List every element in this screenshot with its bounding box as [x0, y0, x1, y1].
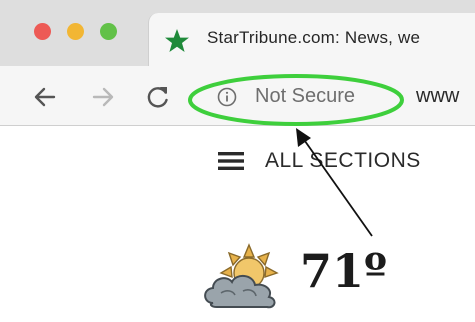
temperature-reading: 71º: [300, 244, 388, 298]
minimize-window-button[interactable]: [67, 23, 84, 40]
hamburger-menu-icon[interactable]: [218, 150, 244, 172]
browser-tab[interactable]: StarTribune.com: News, we: [148, 13, 475, 66]
url-text[interactable]: www: [416, 85, 459, 108]
forward-arrow-icon[interactable]: [90, 84, 116, 110]
browser-screenshot: StarTribune.com: News, we Not Secure www: [0, 0, 475, 322]
maximize-window-button[interactable]: [100, 23, 117, 40]
all-sections-link[interactable]: ALL SECTIONS: [265, 149, 421, 173]
back-arrow-icon[interactable]: [32, 84, 58, 110]
tab-title: StarTribune.com: News, we: [207, 28, 421, 47]
star-icon: [165, 29, 189, 52]
partly-cloudy-icon: [204, 243, 279, 309]
tab-strip: StarTribune.com: News, we: [0, 0, 475, 66]
highlight-ellipse: [188, 74, 404, 126]
reload-icon[interactable]: [145, 84, 171, 110]
close-window-button[interactable]: [34, 23, 51, 40]
